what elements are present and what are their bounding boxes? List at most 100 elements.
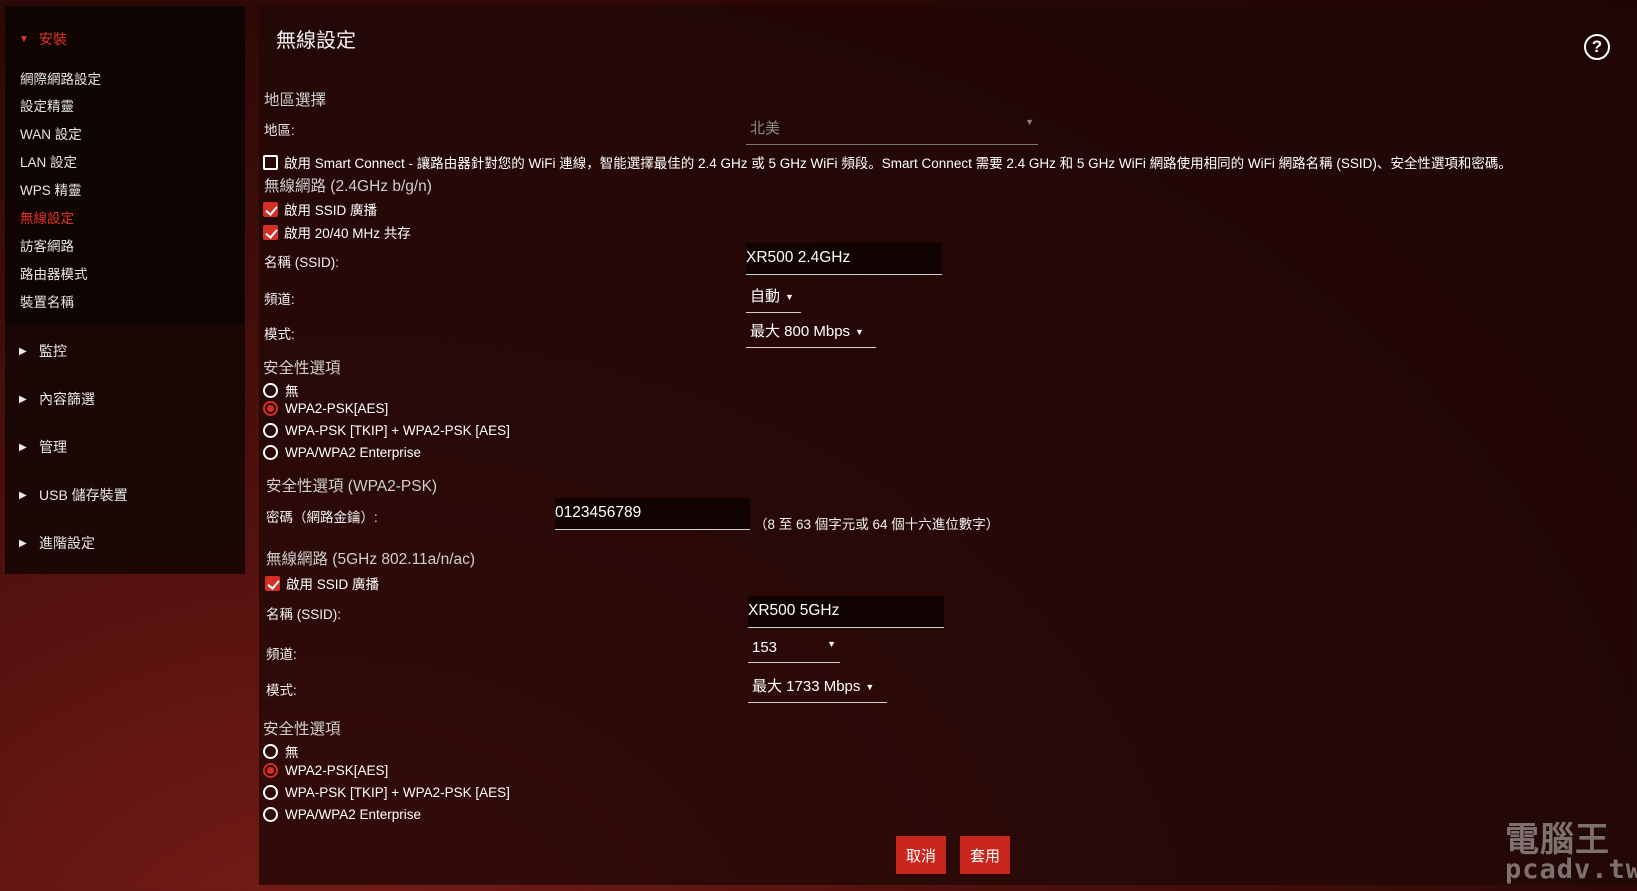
sidebar-item-router-mode[interactable]: 路由器模式 (20, 263, 88, 283)
region-label: 地區: (264, 123, 295, 138)
band5-mode-value: 最大 1733 Mbps (752, 678, 861, 695)
band24-security-option[interactable]: 無 (263, 380, 299, 400)
band24-coexist-label: 啟用 20/40 MHz 共存 (284, 226, 411, 241)
band24-ssid-broadcast-row[interactable]: 啟用 SSID 廣播 (263, 199, 377, 219)
band5-security-option[interactable]: 無 (263, 741, 299, 761)
smart-connect-checkbox-row[interactable]: 啟用 Smart Connect - 讓路由器針對您的 WiFi 連線，智能選擇… (263, 152, 1512, 172)
band24-coexist-checkbox[interactable] (263, 224, 278, 240)
band5-security-option[interactable]: WPA2-PSK[AES] (263, 763, 388, 778)
smart-connect-label: 啟用 Smart Connect - 讓路由器針對您的 WiFi 連線，智能選擇… (284, 156, 1512, 171)
radio-button[interactable] (263, 763, 278, 778)
sidebar-section-label: 管理 (39, 439, 67, 455)
band24-security-option-label: WPA2-PSK[AES] (285, 401, 389, 416)
sidebar-item-wps-wizard[interactable]: WPS 精靈 (20, 179, 82, 199)
band24-ssid-broadcast-checkbox[interactable] (263, 201, 278, 217)
sidebar-section-management[interactable]: ▶ 管理 (19, 437, 67, 457)
watermark-text: 電腦王 (1505, 821, 1610, 859)
chevron-down-icon: ▼ (1025, 117, 1034, 127)
radio-button[interactable] (263, 743, 278, 759)
radio-button[interactable] (263, 445, 278, 460)
band5-security-title: 安全性選項 (263, 721, 341, 738)
band5-channel-value: 153 (752, 639, 778, 656)
triangle-right-icon: ▶ (19, 489, 27, 501)
band5-ssid-label: 名稱 (SSID): (266, 607, 342, 622)
band5-security-option-label: 無 (285, 745, 299, 760)
chevron-down-icon: ▼ (827, 639, 836, 649)
sidebar-item-wireless-setup[interactable]: 無線設定 (20, 207, 74, 227)
radio-button[interactable] (263, 382, 278, 398)
radio-button[interactable] (263, 423, 278, 438)
band5-security-option[interactable]: WPA-PSK [TKIP] + WPA2-PSK [AES] (263, 785, 510, 800)
band24-channel-value: 自動 (750, 288, 781, 305)
band5-ssid-broadcast-label: 啟用 SSID 廣播 (286, 577, 380, 592)
band24-security-option-label: 無 (285, 384, 299, 399)
sidebar-section-label: USB 儲存裝置 (39, 487, 128, 503)
radio-button[interactable] (263, 785, 278, 800)
watermark-url: pcadv.tw (1505, 854, 1637, 885)
page-title: 無線設定 (276, 30, 356, 52)
band24-ssid-label: 名稱 (SSID): (264, 255, 340, 270)
sidebar-item-wan-setup[interactable]: WAN 設定 (20, 123, 82, 143)
band5-security-option-label: WPA-PSK [TKIP] + WPA2-PSK [AES] (285, 785, 510, 800)
sidebar-section-label: 安裝 (39, 31, 67, 47)
cancel-button[interactable]: 取消 (896, 836, 946, 874)
sidebar-section-content-filter[interactable]: ▶ 內容篩選 (19, 389, 95, 409)
band24-mode-label: 模式: (264, 327, 295, 342)
sidebar-section-monitor[interactable]: ▶ 監控 (19, 341, 67, 361)
band24-ssid-broadcast-label: 啟用 SSID 廣播 (284, 203, 378, 218)
band5-ssid-broadcast-row[interactable]: 啟用 SSID 廣播 (265, 573, 379, 593)
band5-mode-select[interactable]: 最大 1733 Mbps ▼ (748, 671, 887, 703)
band24-mode-value: 最大 800 Mbps (750, 323, 851, 340)
triangle-right-icon: ▶ (19, 537, 27, 549)
watermark-logo: 電腦王 pcadv.tw (1505, 821, 1637, 885)
radio-button[interactable] (263, 807, 278, 822)
band5-security-option-label: WPA/WPA2 Enterprise (285, 807, 422, 822)
band5-mode-label: 模式: (266, 683, 297, 698)
password-field[interactable] (555, 498, 750, 530)
band24-security-option-label: WPA-PSK [TKIP] + WPA2-PSK [AES] (285, 423, 510, 438)
sidebar-item-device-name[interactable]: 裝置名稱 (20, 291, 74, 311)
band5-channel-select[interactable]: 153 ▼ (748, 635, 840, 663)
band5-security-option-label: WPA2-PSK[AES] (285, 763, 389, 778)
sidebar-install-group: ▼ 安裝 網際網路設定 設定精靈 WAN 設定 LAN 設定 WPS 精靈 無線… (5, 6, 245, 324)
region-select: 北美 ▼ (746, 113, 1038, 145)
band24-coexist-row[interactable]: 啟用 20/40 MHz 共存 (263, 222, 411, 242)
band5-ssid-field[interactable] (748, 596, 944, 628)
band24-channel-select[interactable]: 自動 ▼ (746, 281, 801, 313)
sidebar-section-usb-storage[interactable]: ▶ USB 儲存裝置 (19, 485, 128, 505)
band5-section-title: 無線網路 (5GHz 802.11a/n/ac) (266, 551, 476, 568)
radio-button[interactable] (263, 401, 278, 416)
help-circle-icon[interactable]: ? (1584, 34, 1610, 60)
sidebar: ▼ 安裝 網際網路設定 設定精靈 WAN 設定 LAN 設定 WPS 精靈 無線… (5, 6, 245, 574)
sidebar-item-setup-wizard[interactable]: 設定精靈 (20, 95, 74, 115)
chevron-down-icon: ▼ (785, 292, 794, 303)
smart-connect-checkbox[interactable] (263, 154, 278, 170)
sidebar-item-internet-setup[interactable]: 網際網路設定 (20, 68, 101, 88)
band24-channel-label: 頻道: (264, 292, 295, 307)
sidebar-section-label: 內容篩選 (39, 391, 95, 407)
sidebar-section-install[interactable]: ▼ 安裝 (19, 29, 67, 49)
band24-security-option[interactable]: WPA/WPA2 Enterprise (263, 445, 421, 460)
sidebar-section-label: 監控 (39, 343, 67, 359)
band24-ssid-field[interactable] (746, 243, 942, 275)
sidebar-item-guest-network[interactable]: 訪客網路 (20, 235, 74, 255)
band24-ssid-input[interactable] (746, 249, 942, 267)
apply-button[interactable]: 套用 (960, 836, 1010, 874)
band5-ssid-input[interactable] (748, 602, 944, 620)
sidebar-section-label: 進階設定 (39, 535, 95, 551)
band24-mode-select[interactable]: 最大 800 Mbps ▼ (746, 316, 876, 348)
sidebar-section-advanced[interactable]: ▶ 進階設定 (19, 533, 95, 553)
region-section-title: 地區選擇 (264, 92, 327, 109)
sidebar-item-lan-setup[interactable]: LAN 設定 (20, 151, 77, 171)
chevron-down-icon: ▼ (855, 327, 864, 338)
password-hint: （8 至 63 個字元或 64 個十六進位數字） (754, 517, 1000, 532)
band5-ssid-broadcast-checkbox[interactable] (265, 575, 280, 591)
region-select-value: 北美 (750, 120, 781, 137)
band24-security-option[interactable]: WPA2-PSK[AES] (263, 401, 388, 416)
password-input[interactable] (555, 504, 750, 522)
band24-security-option[interactable]: WPA-PSK [TKIP] + WPA2-PSK [AES] (263, 423, 510, 438)
band24-psk-title: 安全性選項 (WPA2-PSK) (266, 478, 438, 495)
main-panel: 無線設定 ? 地區選擇 地區: 北美 ▼ 啟用 Smart Connect - … (259, 6, 1637, 885)
band5-security-option[interactable]: WPA/WPA2 Enterprise (263, 807, 421, 822)
triangle-right-icon: ▶ (19, 345, 27, 357)
